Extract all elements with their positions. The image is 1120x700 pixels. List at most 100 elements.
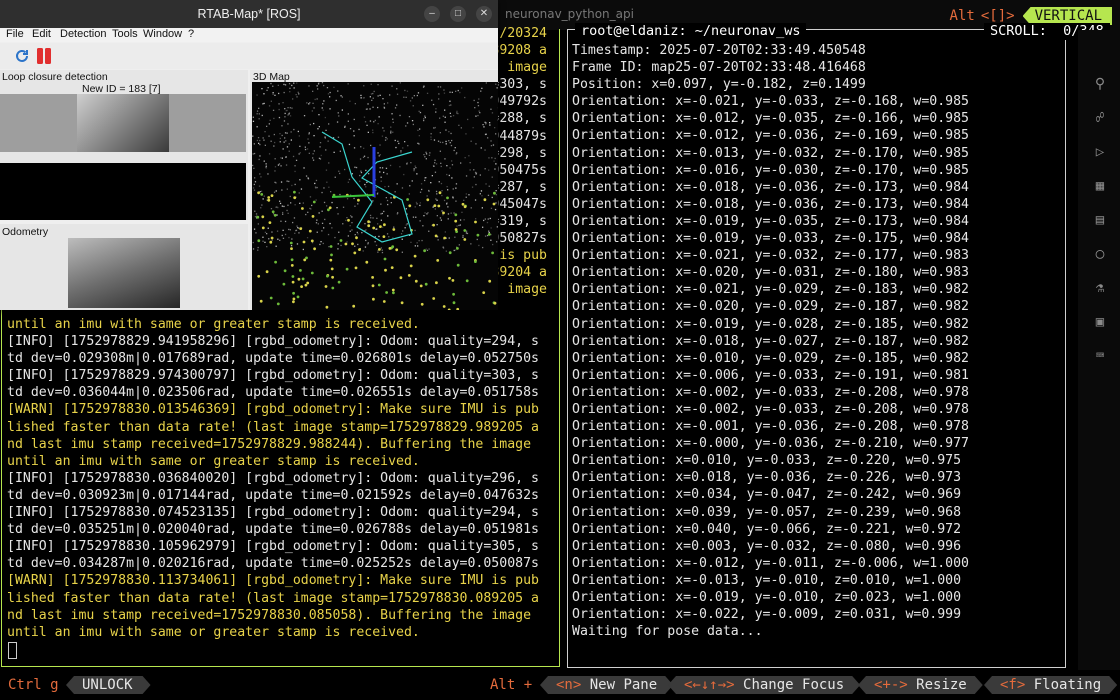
map-point bbox=[284, 220, 287, 223]
map-feature-point bbox=[392, 228, 396, 231]
menu-help[interactable]: ? bbox=[188, 28, 194, 40]
maximize-button[interactable]: □ bbox=[450, 6, 466, 22]
map-point bbox=[270, 140, 272, 142]
extensions-icon[interactable]: ▦ bbox=[1092, 178, 1108, 194]
floating-button[interactable]: <f> Floating bbox=[984, 676, 1117, 694]
map-point bbox=[446, 186, 448, 188]
map-point bbox=[386, 233, 389, 235]
map-point bbox=[438, 98, 440, 100]
map-feature-point bbox=[308, 229, 312, 233]
map-point bbox=[484, 149, 486, 151]
map-point bbox=[495, 163, 497, 165]
map-feature-point bbox=[297, 277, 301, 281]
map-point bbox=[278, 116, 281, 119]
right-log-line: Orientation: x=-0.018, y=-0.027, z=-0.18… bbox=[572, 333, 969, 349]
unlock-button[interactable]: UNLOCK bbox=[66, 676, 151, 694]
source-control-icon[interactable]: ☍ bbox=[1092, 110, 1108, 126]
map-feature-point bbox=[282, 282, 286, 286]
map-point bbox=[377, 84, 379, 86]
map-point bbox=[436, 215, 438, 217]
map-point bbox=[430, 182, 432, 184]
map-point bbox=[266, 233, 268, 235]
left-log-line: nd last imu stamp received=1752978830.08… bbox=[7, 607, 532, 623]
map-point bbox=[487, 218, 489, 220]
debug-icon[interactable]: ▷ bbox=[1092, 144, 1108, 160]
close-button[interactable]: ✕ bbox=[476, 6, 492, 22]
menu-detection[interactable]: Detection bbox=[60, 28, 106, 40]
map-point bbox=[289, 229, 291, 231]
map-feature-point bbox=[383, 257, 387, 261]
map-point bbox=[400, 151, 402, 154]
map-point bbox=[312, 159, 315, 161]
new-pane-button[interactable]: <n> New Pane bbox=[540, 676, 673, 694]
map-point bbox=[294, 183, 296, 186]
rtabmap-window[interactable]: RTAB-Map* [ROS] – □ ✕ File Edit Detectio… bbox=[0, 0, 498, 310]
pause-icon[interactable] bbox=[35, 47, 53, 65]
change-focus-key: <←↓↑→> bbox=[684, 677, 735, 693]
map-point bbox=[262, 198, 264, 200]
terminal-icon[interactable]: ⌨ bbox=[1092, 348, 1108, 364]
right-log-line: Orientation: x=-0.018, y=-0.036, z=-0.17… bbox=[572, 196, 969, 212]
map-point bbox=[346, 241, 348, 243]
map-feature-point bbox=[259, 299, 263, 303]
map-point bbox=[377, 152, 379, 154]
map-point bbox=[272, 109, 275, 111]
map-point bbox=[380, 219, 382, 221]
map-point bbox=[457, 89, 459, 92]
menu-edit[interactable]: Edit bbox=[32, 28, 51, 40]
map-feature-point bbox=[383, 223, 386, 227]
mode-modifier: Alt bbox=[949, 8, 975, 24]
map-point bbox=[303, 167, 305, 169]
menu-window[interactable]: Window bbox=[143, 28, 182, 40]
menu-file[interactable]: File bbox=[6, 28, 24, 40]
map-point bbox=[414, 206, 416, 208]
map-point bbox=[279, 141, 281, 143]
map-point bbox=[317, 128, 319, 130]
map-point bbox=[412, 105, 414, 107]
map-point bbox=[477, 101, 479, 104]
map-point bbox=[284, 132, 287, 134]
window-titlebar[interactable]: RTAB-Map* [ROS] – □ ✕ bbox=[0, 0, 498, 28]
map-point bbox=[401, 251, 403, 253]
background-editor-tab[interactable]: neuronav_python_api bbox=[505, 3, 655, 25]
left-log-line: td dev=0.030923m|0.017144rad, update tim… bbox=[7, 487, 539, 503]
map-point bbox=[431, 175, 433, 177]
right-log-line: Position: x=0.097, y=-0.182, z=0.1499 bbox=[572, 77, 866, 93]
map-point bbox=[334, 236, 336, 239]
test-icon[interactable]: ⚗ bbox=[1092, 280, 1108, 296]
map-point bbox=[426, 249, 429, 251]
explorer-icon[interactable]: ▤ bbox=[1092, 212, 1108, 228]
remote-icon[interactable]: ◯ bbox=[1092, 246, 1108, 262]
docker-icon[interactable]: ▣ bbox=[1092, 314, 1108, 330]
map-point bbox=[465, 133, 467, 135]
map-feature-point bbox=[487, 233, 491, 236]
map-point bbox=[403, 173, 405, 176]
map-point bbox=[263, 195, 265, 197]
menu-tools[interactable]: Tools bbox=[112, 28, 138, 40]
map-point bbox=[463, 199, 465, 201]
map-feature-point bbox=[270, 194, 274, 197]
map-point bbox=[392, 131, 394, 133]
map-point bbox=[454, 147, 456, 149]
map-point bbox=[414, 245, 416, 247]
map-point bbox=[374, 119, 376, 122]
map-feature-point bbox=[257, 239, 261, 243]
map-point bbox=[494, 168, 496, 170]
map-point bbox=[367, 156, 369, 159]
map-point bbox=[377, 95, 379, 97]
3d-map-view[interactable] bbox=[252, 82, 498, 310]
map-point bbox=[473, 99, 475, 102]
right-log-line: Orientation: x=0.039, y=-0.057, z=-0.239… bbox=[572, 504, 962, 520]
minimize-button[interactable]: – bbox=[424, 6, 440, 22]
map-point bbox=[253, 167, 255, 169]
right-pane-title: root@eldaniz: ~/neuronav_ws bbox=[575, 23, 807, 41]
left-pane-log: until an imu with same or greater stamp … bbox=[7, 316, 539, 641]
map-point bbox=[394, 191, 396, 193]
resize-button[interactable]: <+-> Resize bbox=[858, 676, 983, 694]
map-point bbox=[284, 108, 286, 110]
search-icon[interactable]: ⚲ bbox=[1092, 76, 1108, 92]
map-point bbox=[321, 107, 323, 109]
change-focus-button[interactable]: <←↓↑→> Change Focus bbox=[668, 676, 860, 694]
change-focus-label: Change Focus bbox=[743, 677, 845, 693]
refresh-icon[interactable] bbox=[13, 47, 31, 65]
